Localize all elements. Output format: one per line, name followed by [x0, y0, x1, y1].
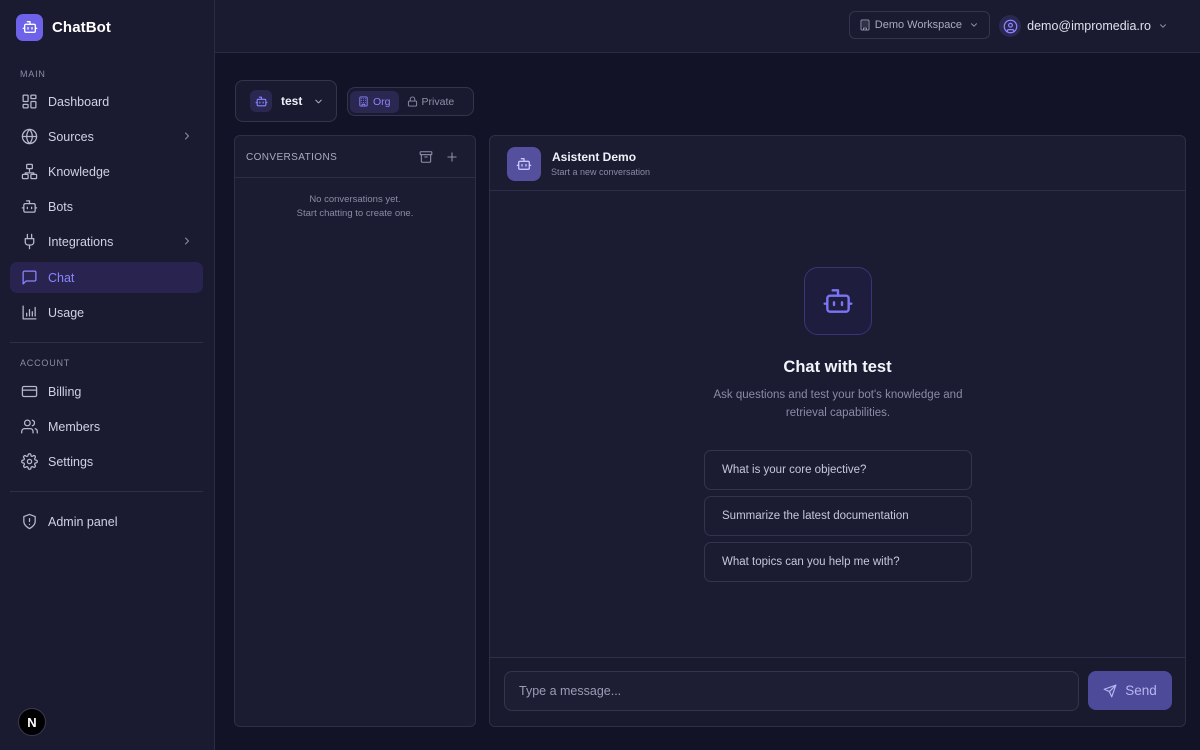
send-button[interactable]: Send — [1088, 671, 1172, 710]
sidebar-item-label: Knowledge — [48, 164, 110, 179]
credit-card-icon — [20, 383, 38, 401]
visibility-toggle: Org Private — [347, 87, 474, 116]
bot-icon — [250, 90, 272, 112]
sidebar-item-integrations[interactable]: Integrations — [10, 226, 203, 257]
bot-selector[interactable]: test — [235, 80, 337, 122]
message-input[interactable] — [504, 671, 1079, 711]
sidebar-item-label: Sources — [48, 129, 94, 144]
conversations-panel: CONVERSATIONS No conversations yet. Star… — [234, 135, 476, 727]
bot-name: test — [281, 94, 303, 108]
chevron-down-icon — [1158, 21, 1168, 31]
visibility-label: Private — [421, 95, 455, 108]
send-icon — [1103, 684, 1117, 698]
section-label-account: ACCOUNT — [20, 358, 71, 368]
chat-bot-name: Asistent Demo — [552, 150, 637, 164]
user-menu[interactable]: demo@impromedia.ro — [999, 12, 1168, 40]
lock-icon — [407, 96, 418, 107]
chat-subtitle: Start a new conversation — [551, 167, 651, 177]
chevron-right-icon — [181, 235, 193, 247]
sidebar-item-label: Bots — [48, 199, 74, 214]
chevron-right-icon — [181, 130, 193, 142]
dashboard-icon — [20, 93, 38, 111]
brand[interactable]: ChatBot — [16, 13, 111, 41]
sidebar-item-label: Integrations — [48, 234, 114, 249]
workspace-name: Demo Workspace — [874, 19, 962, 31]
sidebar-item-label: Usage — [48, 305, 85, 320]
workspace-switcher[interactable]: Demo Workspace — [848, 11, 990, 39]
bot-icon — [20, 198, 38, 216]
bot-logo-icon — [16, 13, 43, 41]
sidebar-divider — [10, 342, 203, 343]
bar-chart-icon — [20, 304, 38, 322]
send-label: Send — [1125, 683, 1157, 698]
chat-header: Asistent Demo Start a new conversation — [490, 136, 1185, 191]
conversations-empty-state: No conversations yet. Start chatting to … — [235, 193, 475, 221]
sidebar-divider — [10, 491, 203, 492]
bot-hero-icon — [804, 267, 872, 335]
sidebar: ChatBot MAIN Dashboard Sources Knowledge… — [0, 0, 215, 750]
user-email: demo@impromedia.ro — [1027, 19, 1151, 33]
sidebar-item-label: Members — [48, 419, 101, 434]
conversations-header: CONVERSATIONS — [235, 136, 475, 178]
users-icon — [20, 418, 38, 436]
chat-icon — [20, 269, 38, 287]
empty-line: Start chatting to create one. — [296, 208, 414, 219]
bot-avatar-icon — [507, 147, 541, 181]
plus-icon[interactable] — [445, 150, 459, 164]
sidebar-item-label: Dashboard — [48, 94, 110, 109]
visibility-label: Org — [373, 95, 391, 108]
knowledge-icon — [20, 163, 38, 181]
sidebar-item-usage[interactable]: Usage — [10, 297, 203, 328]
globe-icon — [20, 128, 38, 146]
plug-icon — [20, 233, 38, 251]
brand-name: ChatBot — [52, 18, 112, 36]
topbar: Demo Workspace demo@impromedia.ro — [215, 0, 1200, 53]
chevron-down-icon — [313, 96, 324, 107]
suggestion-button[interactable]: What is your core objective? — [704, 450, 972, 490]
chat-hero-description: Ask questions and test your bot's knowle… — [713, 389, 963, 419]
sidebar-item-members[interactable]: Members — [10, 411, 203, 442]
sidebar-item-label: Admin panel — [48, 514, 118, 529]
building-icon — [859, 19, 871, 31]
sidebar-item-billing[interactable]: Billing — [10, 376, 203, 407]
sidebar-item-settings[interactable]: Settings — [10, 446, 203, 477]
chat-hero-title: Chat with test — [783, 358, 892, 376]
sidebar-item-admin-panel[interactable]: Admin panel — [10, 506, 203, 537]
message-composer: Send — [490, 657, 1185, 726]
user-avatar-icon — [999, 15, 1022, 37]
gear-icon — [20, 453, 38, 471]
building-icon — [358, 96, 369, 107]
visibility-option-org[interactable]: Org — [350, 90, 399, 113]
empty-line: No conversations yet. — [309, 194, 401, 205]
sidebar-item-label: Billing — [48, 384, 82, 399]
suggestion-button[interactable]: Summarize the latest documentation — [704, 496, 972, 536]
sidebar-item-chat[interactable]: Chat — [10, 262, 203, 293]
sidebar-item-knowledge[interactable]: Knowledge — [10, 156, 203, 187]
suggestion-button[interactable]: What topics can you help me with? — [704, 542, 972, 582]
sidebar-item-bots[interactable]: Bots — [10, 191, 203, 222]
sidebar-item-label: Settings — [48, 454, 94, 469]
conversations-title: CONVERSATIONS — [246, 152, 338, 163]
chat-panel: Asistent Demo Start a new conversation C… — [489, 135, 1186, 727]
archive-icon[interactable] — [419, 150, 433, 164]
visibility-option-private[interactable]: Private — [399, 91, 463, 113]
next-badge[interactable]: N — [18, 708, 46, 736]
shield-icon — [20, 513, 38, 531]
section-label-main: MAIN — [20, 69, 46, 79]
chevron-down-icon — [969, 20, 979, 30]
sidebar-item-sources[interactable]: Sources — [10, 121, 203, 152]
sidebar-item-dashboard[interactable]: Dashboard — [10, 86, 203, 117]
sidebar-item-label: Chat — [48, 270, 75, 285]
